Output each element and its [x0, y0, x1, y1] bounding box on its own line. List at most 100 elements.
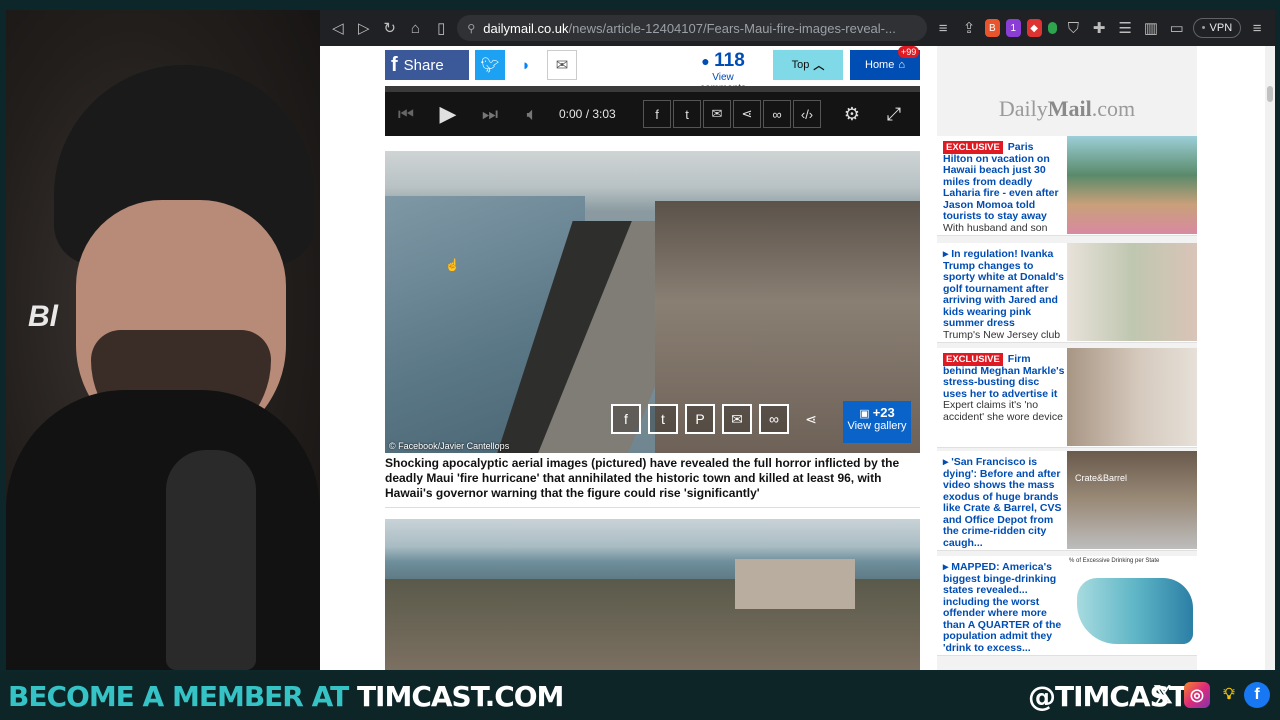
- map-title: % of Excessive Drinking per State: [1069, 558, 1160, 564]
- sidebar-article-5[interactable]: ▸ MAPPED: America's biggest binge-drinki…: [937, 556, 1197, 656]
- scroll-thumb[interactable]: [1267, 86, 1273, 102]
- page-content: f Share 🐦︎ ◗ ✉ ● 118 View comments Top ︿…: [320, 46, 1265, 670]
- site-info-icon[interactable]: ⚲: [467, 22, 475, 35]
- image-twitter-icon[interactable]: t: [648, 404, 678, 434]
- article-main-image[interactable]: ☝ © Facebook/Javier Cantellops f t P ✉ ∞…: [385, 151, 920, 453]
- image-link-icon[interactable]: ∞: [759, 404, 789, 434]
- url-domain: dailymail.co.uk: [483, 20, 569, 36]
- extension-icon[interactable]: ◆: [1026, 19, 1042, 37]
- top-label: Top: [791, 59, 810, 71]
- microphone: [166, 450, 256, 670]
- sidebar: DailyMail.com EXCLUSIVE Paris Hilton on …: [937, 46, 1197, 670]
- image-email-icon[interactable]: ✉: [722, 404, 752, 434]
- image-pinterest-icon[interactable]: P: [685, 404, 715, 434]
- browser-window: ◁ ▷ ↻ ⌂ ▯ ⚲ dailymail.co.uk/news/article…: [320, 10, 1275, 670]
- messenger-share-button[interactable]: ◗: [511, 50, 541, 80]
- dailymail-logo[interactable]: DailyMail.com: [937, 96, 1197, 122]
- sidebar-icon[interactable]: ▥: [1141, 16, 1161, 40]
- facebook-icon: f: [391, 53, 398, 76]
- stream-frame: Bl ◁ ▷ ↻ ⌂ ▯ ⚲ dailymail.co.uk/news/arti…: [0, 0, 1280, 720]
- logo-part-daily: Daily: [998, 96, 1048, 121]
- gallery-count: +23: [872, 405, 895, 420]
- mouse-cursor-icon: ☝: [445, 258, 460, 272]
- address-bar[interactable]: ⚲ dailymail.co.uk/news/article-12404107/…: [457, 15, 928, 41]
- video-share-icon[interactable]: ⋖: [733, 100, 761, 128]
- us-map-graphic: [1077, 578, 1193, 644]
- shield-icon[interactable]: ⛉: [1063, 16, 1083, 40]
- bookmark-icon[interactable]: ▯: [431, 16, 451, 40]
- browser-toolbar: ◁ ▷ ↻ ⌂ ▯ ⚲ dailymail.co.uk/news/article…: [320, 10, 1275, 46]
- sidebar-article-1[interactable]: EXCLUSIVE Paris Hilton on vacation on Ha…: [937, 136, 1197, 236]
- view-gallery-button[interactable]: ▣ +23 View gallery: [843, 401, 911, 443]
- sidebar-article-4[interactable]: ▸ 'San Francisco is dying': Before and a…: [937, 451, 1197, 551]
- home-icon[interactable]: ⌂: [406, 16, 426, 40]
- extensions-icon[interactable]: ✚: [1089, 16, 1109, 40]
- arrow-icon: ▸: [943, 456, 949, 468]
- top-button[interactable]: Top ︿: [773, 50, 843, 80]
- sidebar-article-text: EXCLUSIVE Firm behind Meghan Markle's st…: [943, 353, 1065, 423]
- page-scrollbar[interactable]: [1265, 46, 1275, 670]
- camera-icon: ▣: [859, 408, 870, 420]
- video-email-icon[interactable]: ✉: [703, 100, 731, 128]
- image-facebook-icon[interactable]: f: [611, 404, 641, 434]
- email-icon: ✉: [555, 57, 569, 74]
- sidebar-article-thumbnail: Crate&Barrel: [1067, 451, 1197, 549]
- sidebar-article-subtitle: With husband and son: [943, 221, 1048, 234]
- video-facebook-icon[interactable]: f: [643, 100, 671, 128]
- webcam-feed: Bl: [6, 10, 320, 670]
- facebook-icon: f: [1244, 682, 1270, 708]
- forward-icon[interactable]: ▷: [354, 16, 374, 40]
- sidebar-article-2[interactable]: ▸ In regulation! Ivanka Trump changes to…: [937, 243, 1197, 343]
- reader-icon[interactable]: ≡: [933, 16, 953, 40]
- next-icon[interactable]: ⏭: [469, 104, 511, 125]
- playlist-icon[interactable]: ☰: [1115, 16, 1135, 40]
- sidebar-article-title: MAPPED: America's biggest binge-drinking…: [943, 561, 1062, 654]
- comment-count: 118: [714, 50, 745, 71]
- arrow-icon: ▸: [943, 248, 949, 260]
- sidebar-article-thumbnail: [1067, 136, 1197, 234]
- email-share-button[interactable]: ✉: [547, 50, 577, 80]
- x-icon: 𝕏: [1153, 681, 1173, 709]
- sidebar-article-text: ▸ MAPPED: America's biggest binge-drinki…: [943, 561, 1065, 654]
- play-icon[interactable]: ▶: [427, 101, 469, 127]
- brave-shield-icon[interactable]: B: [984, 19, 1000, 37]
- fullscreen-icon[interactable]: ⤢: [873, 104, 915, 125]
- wall-sign: Bl: [28, 300, 58, 333]
- store-sign: Crate&Barrel: [1075, 473, 1128, 483]
- comment-bubble-icon: ●: [701, 53, 710, 69]
- stream-banner: BECOME A MEMBER AT TIMCAST.COM @TIMCAST: [0, 672, 1280, 720]
- previous-icon[interactable]: ⏮: [385, 104, 427, 125]
- back-icon[interactable]: ◁: [328, 16, 348, 40]
- video-embed-icon[interactable]: ‹/›: [793, 100, 821, 128]
- reload-icon[interactable]: ↻: [380, 16, 400, 40]
- video-twitter-icon[interactable]: t: [673, 100, 701, 128]
- image-share-buttons: f t P ✉ ∞ ⋖: [611, 404, 826, 434]
- sidebar-article-text: EXCLUSIVE Paris Hilton on vacation on Ha…: [943, 141, 1065, 234]
- messenger-icon: ◗: [521, 56, 531, 74]
- video-link-icon[interactable]: ∞: [763, 100, 791, 128]
- vpn-button[interactable]: • VPN: [1192, 18, 1242, 38]
- sidebar-article-thumbnail: [1067, 243, 1197, 341]
- sidebar-article-subtitle: Expert claims it's 'no accident' she wor…: [943, 399, 1063, 423]
- volume-icon[interactable]: 🔈︎: [511, 104, 553, 125]
- wallet-icon[interactable]: ▭: [1167, 16, 1187, 40]
- status-dot-icon[interactable]: [1047, 22, 1058, 34]
- video-player: ⏮ ▶ ⏭ 🔈︎ 0:00 / 3:03 f t ✉ ⋖ ∞ ‹/› ⚙ ⤢: [385, 86, 920, 136]
- house-icon: ⌂: [898, 59, 905, 71]
- sidebar-article-thumbnail: [1067, 348, 1197, 446]
- video-time: 0:00 / 3:03: [559, 107, 616, 121]
- image-share-icon[interactable]: ⋖: [796, 404, 826, 434]
- twitter-share-button[interactable]: 🐦︎: [475, 50, 505, 80]
- facebook-share-button[interactable]: f Share: [385, 50, 469, 80]
- rewards-icon[interactable]: 1: [1005, 19, 1021, 37]
- sidebar-article-3[interactable]: EXCLUSIVE Firm behind Meghan Markle's st…: [937, 348, 1197, 448]
- sidebar-article-title: Paris Hilton on vacation on Hawaii beach…: [943, 141, 1059, 222]
- menu-icon[interactable]: ≡: [1247, 16, 1267, 40]
- settings-gear-icon[interactable]: ⚙: [831, 104, 873, 125]
- become-member-text: BECOME A MEMBER AT: [8, 680, 349, 713]
- gallery-label: View gallery: [847, 420, 907, 432]
- share-page-icon[interactable]: ⇪: [959, 16, 979, 40]
- logo-part-mail: Mail: [1047, 96, 1092, 121]
- instagram-icon: ◎: [1184, 682, 1210, 708]
- article-second-image[interactable]: [385, 519, 920, 670]
